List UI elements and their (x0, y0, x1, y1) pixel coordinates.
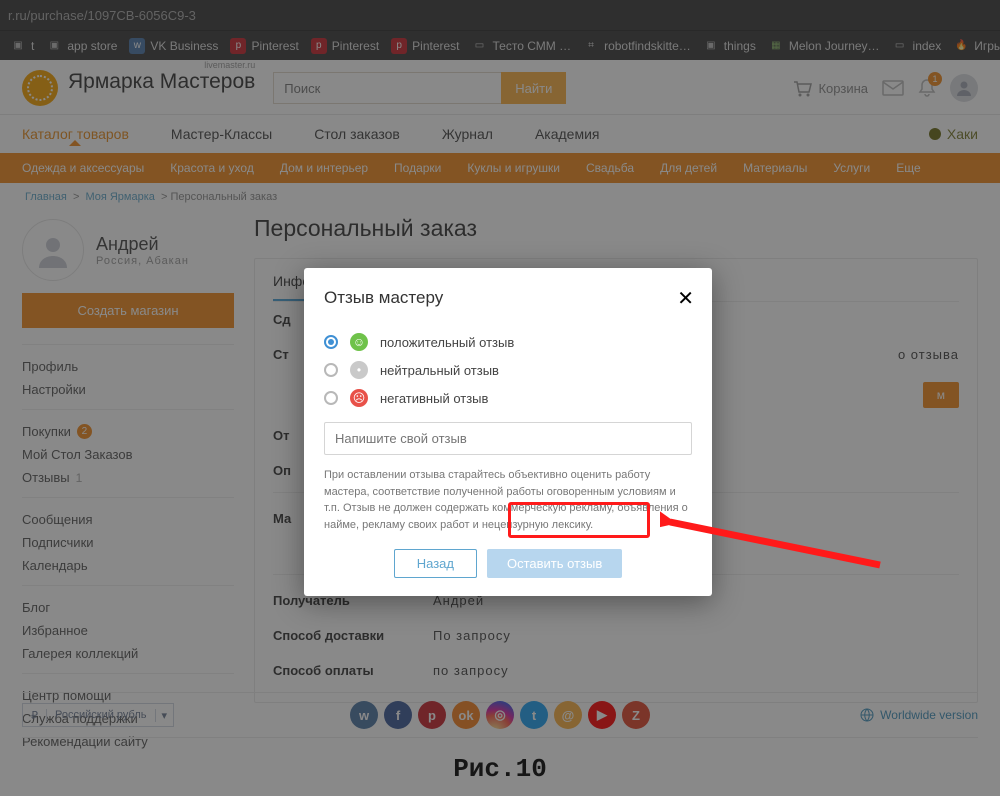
option-neutral[interactable]: • нейтральный отзыв (324, 356, 692, 384)
neutral-icon: • (350, 361, 368, 379)
sad-icon: ☹ (350, 389, 368, 407)
review-hint: При оставлении отзыва старайтесь объекти… (324, 467, 692, 533)
submit-review-button[interactable]: Оставить отзыв (487, 549, 622, 578)
radio-icon (324, 391, 338, 405)
close-icon[interactable]: ✕ (677, 286, 694, 311)
radio-icon (324, 363, 338, 377)
radio-icon (324, 335, 338, 349)
review-modal: Отзыв мастеру ✕ ☺ положительный отзыв • … (304, 268, 712, 596)
modal-title: Отзыв мастеру (324, 288, 692, 308)
review-input[interactable] (324, 422, 692, 455)
smile-icon: ☺ (350, 333, 368, 351)
back-button[interactable]: Назад (394, 549, 477, 578)
option-positive[interactable]: ☺ положительный отзыв (324, 328, 692, 356)
option-negative[interactable]: ☹ негативный отзыв (324, 384, 692, 412)
